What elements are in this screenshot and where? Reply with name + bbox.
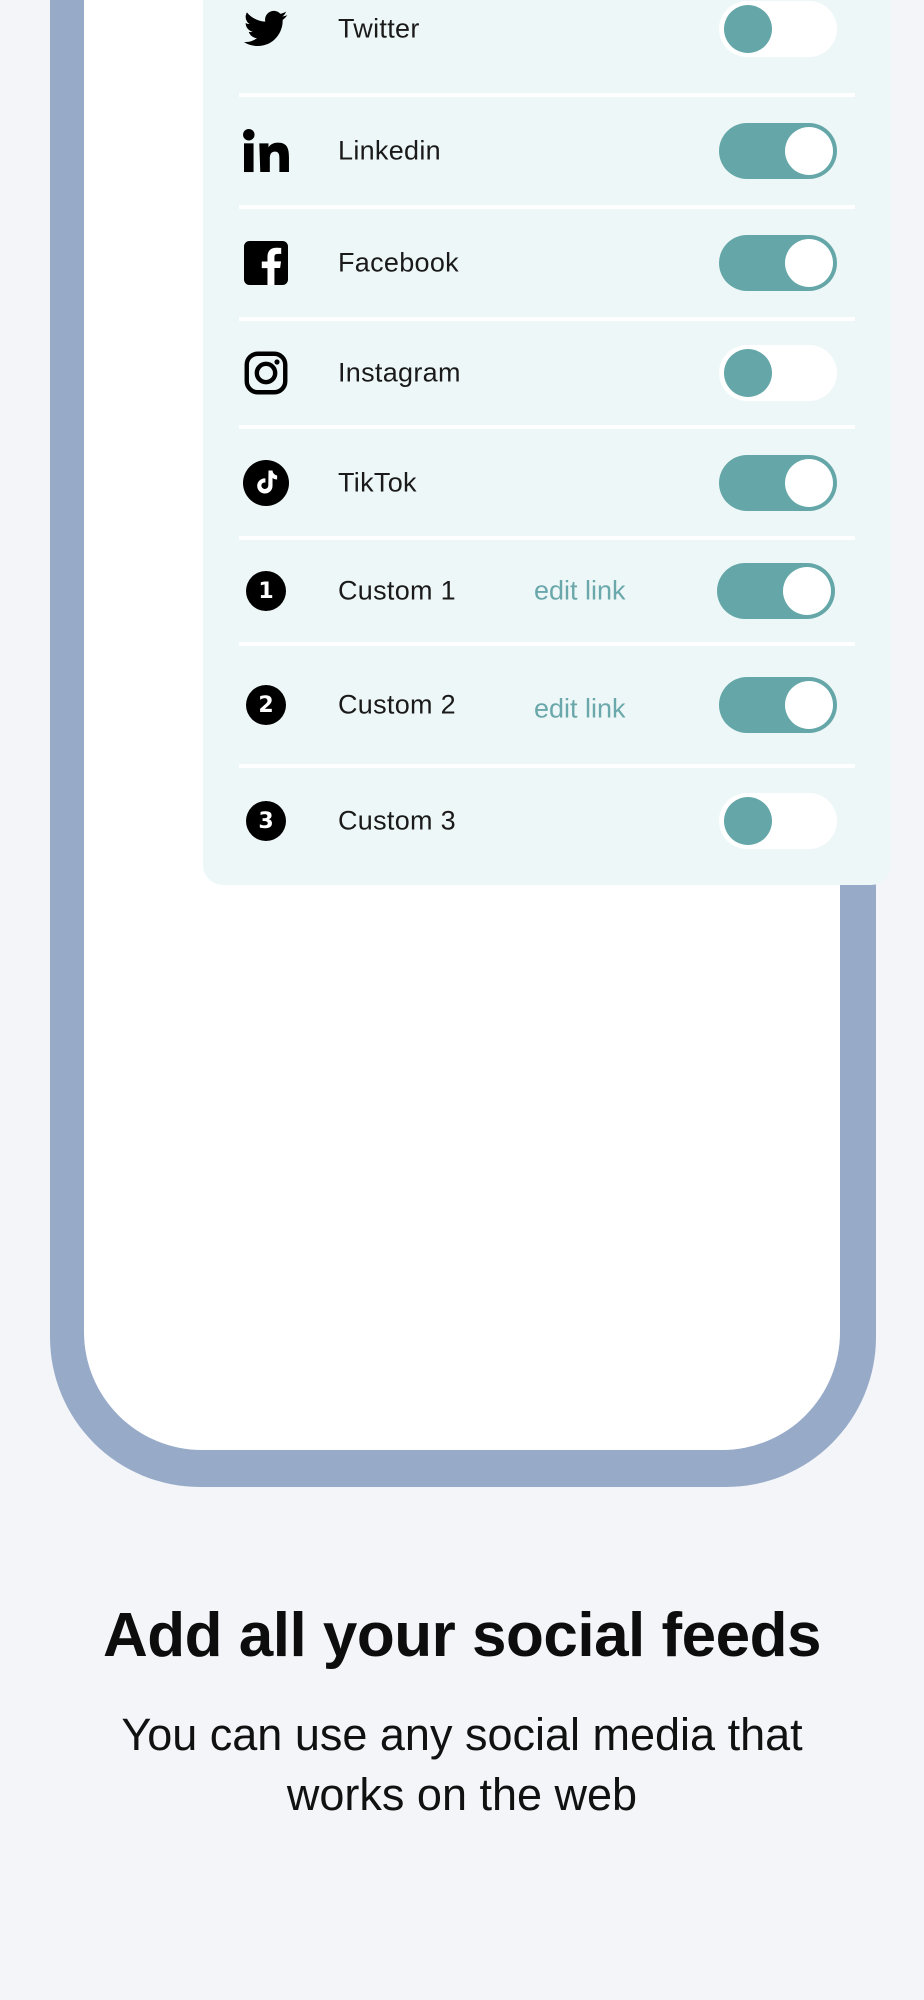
toggle-knob bbox=[783, 567, 831, 615]
number-3-badge: 3 bbox=[246, 801, 286, 841]
toggle-knob bbox=[785, 458, 833, 507]
number-3-icon: 3 bbox=[241, 796, 291, 846]
toggle-knob bbox=[724, 797, 772, 845]
feed-row-instagram: Instagram bbox=[203, 319, 891, 429]
number-1-icon: 1 bbox=[241, 566, 291, 616]
custom-2-edit-link[interactable]: edit link bbox=[534, 694, 626, 725]
facebook-toggle[interactable] bbox=[719, 235, 837, 291]
tiktok-icon bbox=[241, 458, 291, 508]
promo-subline: You can use any social media that works … bbox=[121, 1709, 803, 1820]
feed-row-twitter: Twitter bbox=[203, 0, 891, 97]
linkedin-toggle[interactable] bbox=[719, 123, 837, 179]
instagram-icon bbox=[241, 348, 291, 398]
feed-label-linkedin: Linkedin bbox=[338, 135, 441, 166]
phone-screen: Twitter Linkedin Facebook Instagram TikT… bbox=[84, 0, 891, 1450]
linkedin-icon bbox=[241, 126, 291, 176]
feed-label-twitter: Twitter bbox=[338, 13, 420, 44]
feed-label-instagram: Instagram bbox=[338, 357, 461, 388]
feed-row-facebook: Facebook bbox=[203, 207, 891, 321]
feed-row-tiktok: TikTok bbox=[203, 427, 891, 540]
number-2-icon: 2 bbox=[241, 680, 291, 730]
feed-row-linkedin: Linkedin bbox=[203, 95, 891, 209]
feed-row-custom-1: 1 Custom 1 edit link bbox=[203, 538, 891, 646]
feed-label-tiktok: TikTok bbox=[338, 467, 417, 497]
feed-label-facebook: Facebook bbox=[338, 247, 459, 278]
number-1-badge: 1 bbox=[246, 571, 286, 611]
feed-row-custom-3: 3 Custom 3 bbox=[203, 766, 891, 876]
toggle-knob bbox=[724, 5, 772, 53]
twitter-icon bbox=[241, 4, 291, 54]
tiktok-toggle[interactable] bbox=[719, 454, 837, 511]
custom-1-toggle[interactable] bbox=[717, 563, 835, 619]
facebook-icon bbox=[241, 238, 291, 288]
social-feeds-card: Twitter Linkedin Facebook Instagram TikT… bbox=[203, 0, 891, 885]
toggle-knob bbox=[724, 349, 772, 397]
promo-headline: Add all your social feeds bbox=[103, 1601, 821, 1670]
toggle-knob bbox=[785, 239, 833, 287]
toggle-knob bbox=[785, 127, 833, 175]
feed-label-custom-3: Custom 3 bbox=[338, 805, 456, 836]
toggle-knob bbox=[785, 681, 833, 729]
instagram-toggle[interactable] bbox=[719, 345, 837, 401]
feed-label-custom-1: Custom 1 bbox=[338, 575, 456, 606]
custom-3-toggle[interactable] bbox=[719, 793, 837, 849]
custom-1-edit-link[interactable]: edit link bbox=[534, 576, 626, 607]
number-2-badge: 2 bbox=[246, 685, 286, 725]
feed-row-custom-2: 2 Custom 2 edit link bbox=[203, 644, 891, 768]
feed-label-custom-2: Custom 2 bbox=[338, 689, 456, 720]
twitter-toggle[interactable] bbox=[719, 1, 837, 57]
custom-2-toggle[interactable] bbox=[719, 677, 837, 733]
